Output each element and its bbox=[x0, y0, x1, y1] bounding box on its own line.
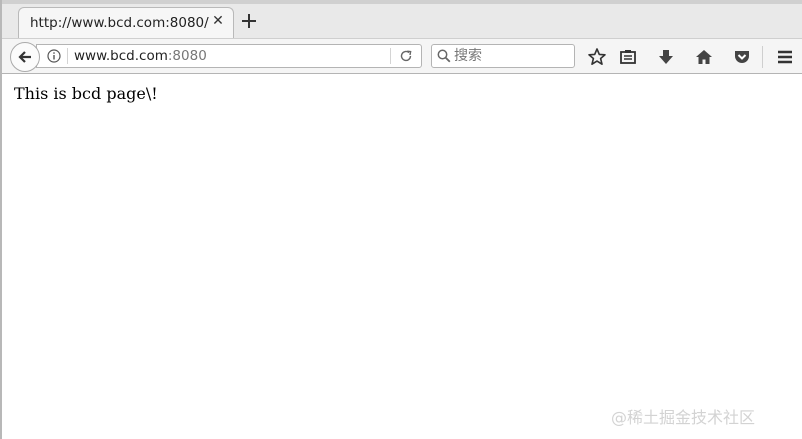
home-icon bbox=[696, 50, 712, 64]
reading-list-button[interactable] bbox=[618, 47, 638, 67]
tab-active[interactable]: http://www.bcd.com:8080/ ✕ bbox=[18, 7, 234, 38]
toolbar-separator bbox=[762, 46, 763, 68]
url-separator bbox=[67, 48, 68, 64]
info-icon[interactable] bbox=[47, 49, 61, 63]
url-port: :8080 bbox=[167, 48, 207, 64]
url-host: www.bcd.com bbox=[74, 48, 168, 64]
url-bar[interactable]: www.bcd.com:8080 bbox=[36, 44, 422, 68]
hamburger-menu-icon bbox=[778, 50, 792, 64]
new-tab-button[interactable] bbox=[238, 10, 260, 32]
navigation-bar: www.bcd.com:8080 bbox=[2, 38, 802, 74]
tab-strip: http://www.bcd.com:8080/ ✕ bbox=[2, 0, 802, 38]
bookmark-star-button[interactable] bbox=[587, 47, 607, 67]
back-button[interactable] bbox=[10, 42, 40, 72]
plus-icon bbox=[242, 14, 256, 28]
url-text[interactable]: www.bcd.com:8080 bbox=[74, 48, 207, 64]
downloads-button[interactable] bbox=[656, 47, 676, 67]
page-content: This is bcd page\! @稀土掘金技术社区 bbox=[4, 74, 802, 439]
search-bar[interactable] bbox=[431, 44, 575, 68]
reload-separator bbox=[390, 48, 391, 64]
back-arrow-icon bbox=[18, 51, 31, 63]
pocket-icon bbox=[735, 51, 749, 63]
search-input[interactable] bbox=[454, 46, 568, 66]
page-body-text: This is bcd page\! bbox=[14, 84, 158, 103]
download-icon bbox=[659, 50, 673, 64]
reload-icon[interactable] bbox=[399, 49, 413, 63]
search-icon bbox=[437, 49, 451, 63]
watermark: @稀土掘金技术社区 bbox=[611, 408, 756, 427]
home-button[interactable] bbox=[694, 47, 714, 67]
pocket-button[interactable] bbox=[732, 47, 752, 67]
tab-title: http://www.bcd.com:8080/ bbox=[30, 15, 209, 31]
star-icon bbox=[588, 48, 606, 65]
reading-list-icon bbox=[620, 50, 636, 64]
browser-window: http://www.bcd.com:8080/ ✕ www.bcd.com:8… bbox=[0, 0, 802, 439]
menu-button[interactable] bbox=[775, 47, 795, 67]
tab-close-icon[interactable]: ✕ bbox=[209, 12, 227, 30]
